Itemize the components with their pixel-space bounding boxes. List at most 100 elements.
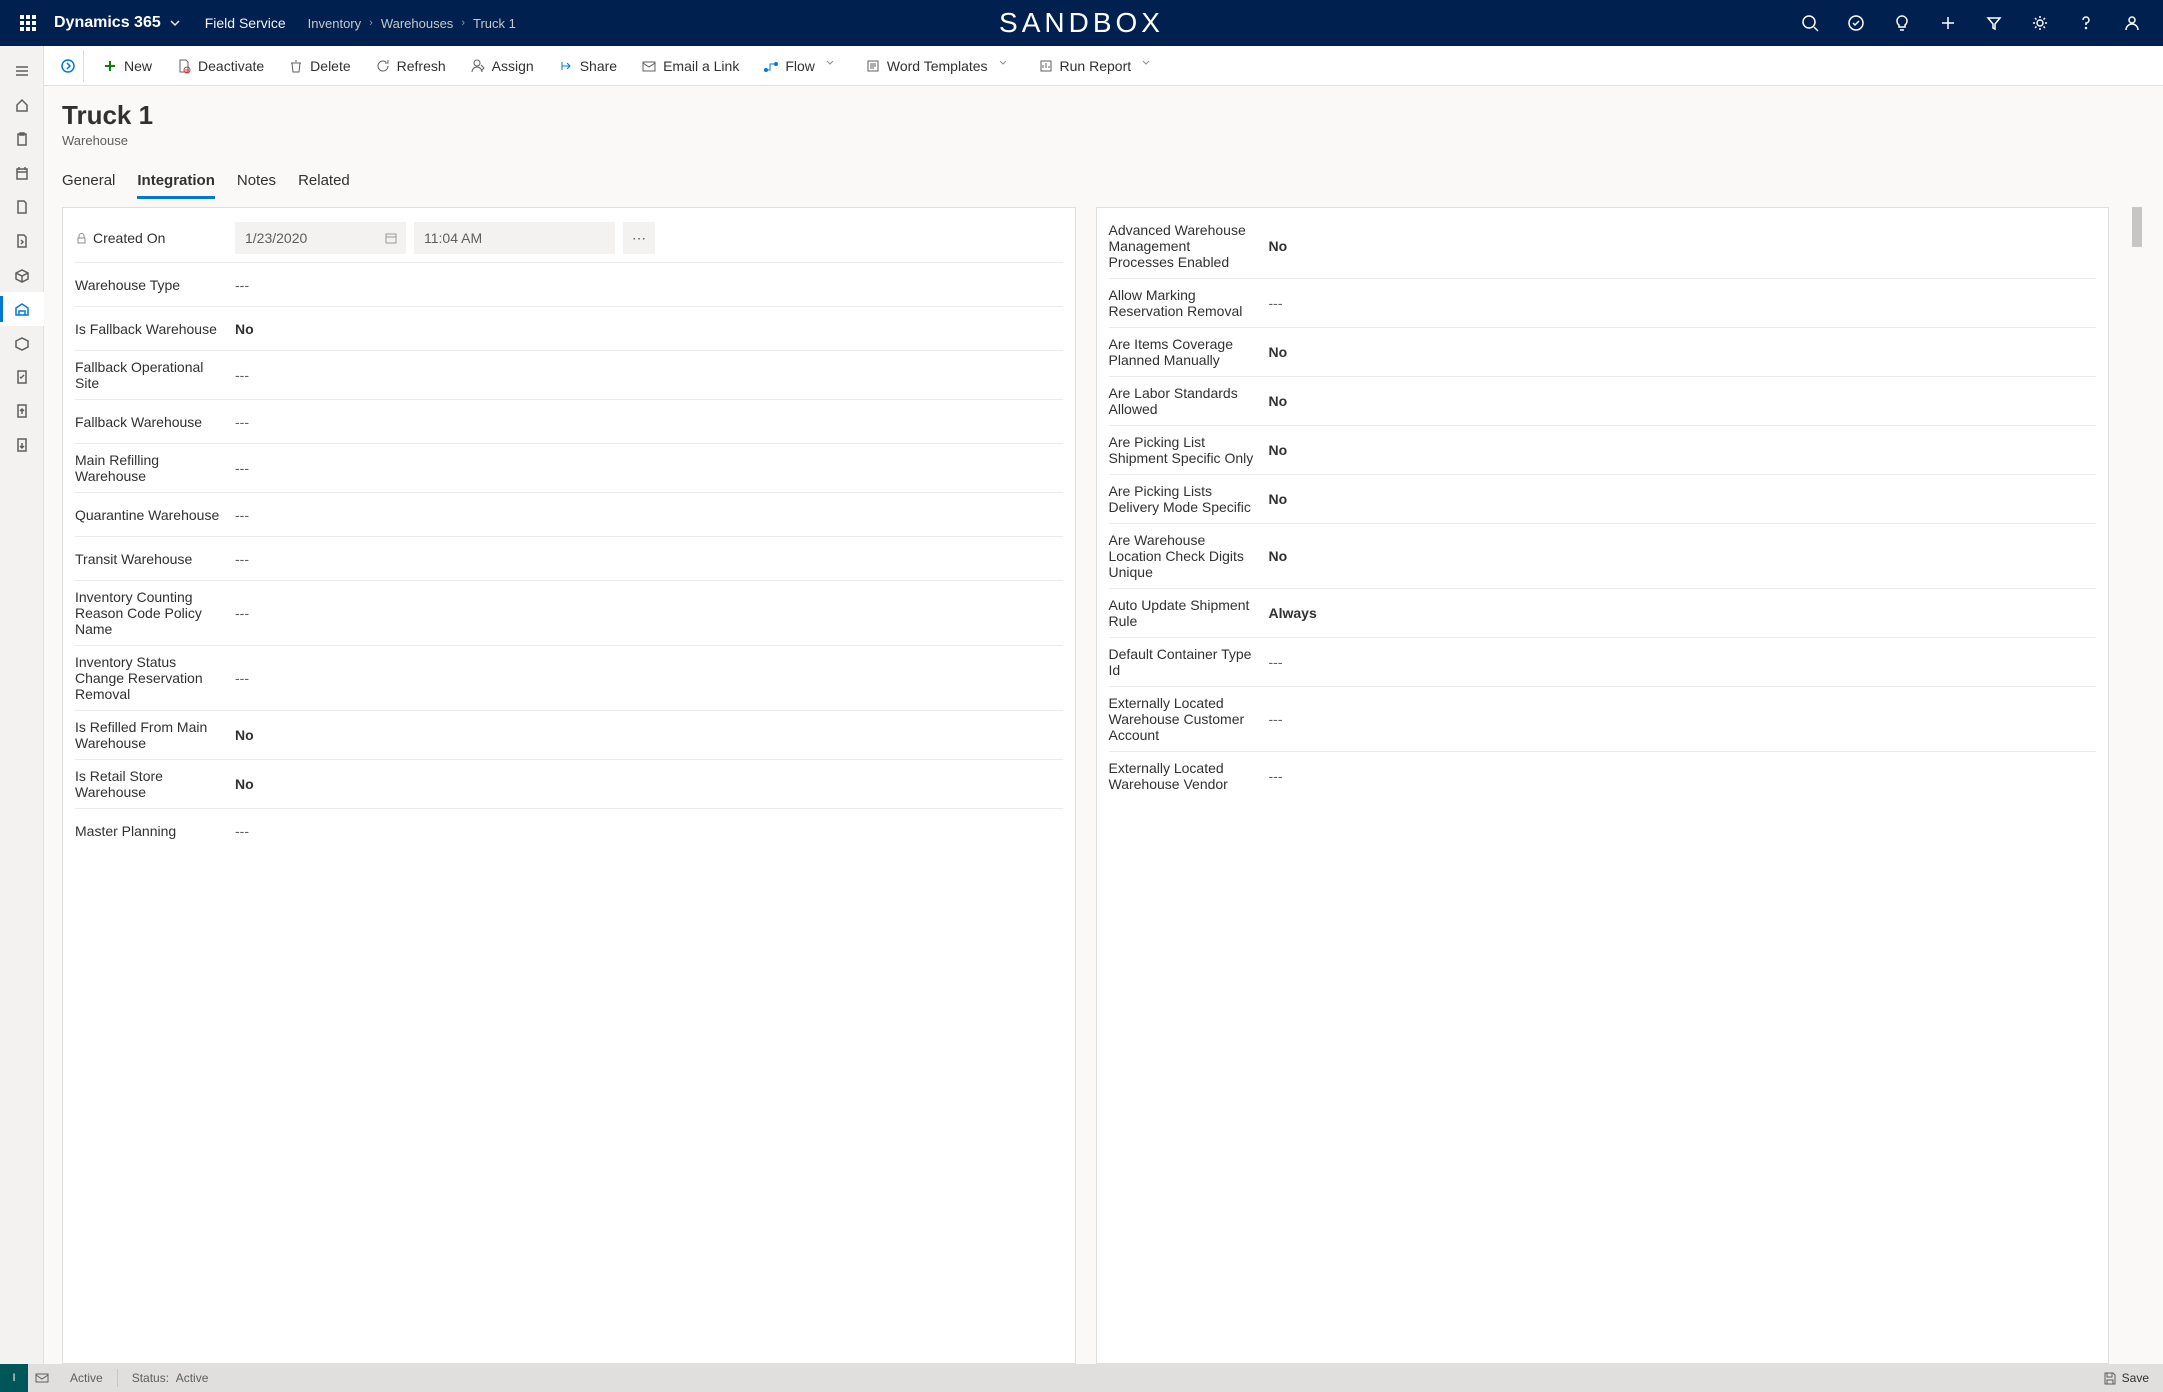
field-value[interactable]: No (235, 727, 1063, 743)
field-value[interactable]: --- (235, 507, 1063, 523)
word-templates-button[interactable]: Word Templates (855, 50, 1024, 82)
filter-icon[interactable] (1971, 0, 2017, 46)
field-value[interactable]: No (1269, 238, 2097, 254)
field-value[interactable]: No (1269, 548, 2097, 564)
deactivate-button[interactable]: Deactivate (166, 50, 274, 82)
more-icon[interactable]: ⋯ (623, 222, 655, 254)
calendar-icon[interactable] (0, 156, 44, 190)
new-button[interactable]: New (92, 50, 162, 82)
document-icon[interactable] (0, 190, 44, 224)
field-value[interactable]: --- (235, 823, 1063, 839)
email-link-button[interactable]: Email a Link (631, 50, 749, 82)
breadcrumb-item[interactable]: Truck 1 (473, 16, 516, 31)
field-value[interactable]: --- (235, 605, 1063, 621)
field-value[interactable]: --- (235, 551, 1063, 567)
field-value[interactable]: --- (235, 367, 1063, 383)
field-value[interactable]: --- (235, 460, 1063, 476)
field-value[interactable]: No (235, 776, 1063, 792)
field-row[interactable]: Is Retail Store WarehouseNo (75, 760, 1063, 809)
field-row[interactable]: Is Refilled From Main WarehouseNo (75, 711, 1063, 760)
command-bar: New Deactivate Delete Refresh Assign Sha… (44, 46, 2163, 86)
field-row[interactable]: Advanced Warehouse Management Processes … (1109, 214, 2097, 279)
field-value[interactable]: --- (1269, 768, 2097, 784)
task-icon[interactable] (1833, 0, 1879, 46)
doc-check-icon[interactable] (0, 360, 44, 394)
lightbulb-icon[interactable] (1879, 0, 1925, 46)
created-on-date-input[interactable] (235, 222, 406, 254)
status-lettermark[interactable]: I (0, 1364, 28, 1392)
field-value[interactable]: --- (1269, 654, 2097, 670)
home-icon[interactable] (0, 88, 44, 122)
tab-notes[interactable]: Notes (237, 166, 276, 197)
field-row[interactable]: Are Labor Standards AllowedNo (1109, 377, 2097, 426)
field-value[interactable]: --- (1269, 711, 2097, 727)
package-icon[interactable] (0, 326, 44, 360)
flow-button[interactable]: Flow (753, 50, 851, 82)
field-row[interactable]: Fallback Operational Site--- (75, 351, 1063, 400)
field-row[interactable]: Main Refilling Warehouse--- (75, 444, 1063, 493)
mail-icon[interactable] (28, 1371, 56, 1385)
scrollbar[interactable] (2129, 207, 2145, 1364)
field-row[interactable]: Inventory Counting Reason Code Policy Na… (75, 581, 1063, 646)
field-label: Is Retail Store Warehouse (75, 768, 235, 800)
gear-icon[interactable] (2017, 0, 2063, 46)
field-label: Are Picking List Shipment Specific Only (1109, 434, 1269, 466)
module-name[interactable]: Field Service (205, 15, 286, 31)
field-value[interactable]: No (1269, 344, 2097, 360)
refresh-button[interactable]: Refresh (365, 50, 456, 82)
field-row[interactable]: Externally Located Warehouse Vendor--- (1109, 752, 2097, 800)
tab-related[interactable]: Related (298, 166, 350, 197)
field-row[interactable]: Are Picking Lists Delivery Mode Specific… (1109, 475, 2097, 524)
field-row[interactable]: Fallback Warehouse--- (75, 400, 1063, 444)
field-row[interactable]: Is Fallback WarehouseNo (75, 307, 1063, 351)
field-row[interactable]: Are Warehouse Location Check Digits Uniq… (1109, 524, 2097, 589)
delete-button[interactable]: Delete (278, 50, 360, 82)
app-launcher-icon[interactable] (8, 0, 48, 46)
tab-integration[interactable]: Integration (137, 166, 215, 197)
clipboard-icon[interactable] (0, 122, 44, 156)
tab-general[interactable]: General (62, 166, 115, 197)
add-icon[interactable] (1925, 0, 1971, 46)
breadcrumb-item[interactable]: Warehouses (381, 16, 454, 31)
box-icon[interactable] (0, 258, 44, 292)
doc-in-icon[interactable] (0, 428, 44, 462)
save-button[interactable]: Save (2088, 1371, 2163, 1385)
field-value[interactable]: --- (235, 414, 1063, 430)
field-row[interactable]: Externally Located Warehouse Customer Ac… (1109, 687, 2097, 752)
field-row[interactable]: Quarantine Warehouse--- (75, 493, 1063, 537)
field-row[interactable]: Default Container Type Id--- (1109, 638, 2097, 687)
run-report-button[interactable]: Run Report (1028, 50, 1168, 82)
field-row[interactable]: Are Items Coverage Planned ManuallyNo (1109, 328, 2097, 377)
share-button[interactable]: Share (548, 50, 627, 82)
created-on-time-input[interactable] (414, 222, 615, 254)
breadcrumb-item[interactable]: Inventory (308, 16, 361, 31)
app-name[interactable]: Dynamics 365 (54, 14, 181, 32)
field-value[interactable]: No (1269, 442, 2097, 458)
collapse-sidebar-button[interactable] (52, 50, 84, 82)
field-row[interactable]: Master Planning--- (75, 809, 1063, 853)
field-label: Inventory Counting Reason Code Policy Na… (75, 589, 235, 637)
field-value[interactable]: No (1269, 393, 2097, 409)
assign-button[interactable]: Assign (460, 50, 544, 82)
field-row[interactable]: Auto Update Shipment RuleAlways (1109, 589, 2097, 638)
doc-out-icon[interactable] (0, 394, 44, 428)
warehouse-icon[interactable] (0, 292, 44, 326)
form-tabs: General Integration Notes Related (62, 166, 2145, 197)
search-icon[interactable] (1787, 0, 1833, 46)
field-row[interactable]: Warehouse Type--- (75, 263, 1063, 307)
hamburger-icon[interactable] (0, 54, 44, 88)
field-row[interactable]: Allow Marking Reservation Removal--- (1109, 279, 2097, 328)
field-row[interactable]: Created On⋯ (75, 214, 1063, 263)
document-arrow-icon[interactable] (0, 224, 44, 258)
user-icon[interactable] (2109, 0, 2155, 46)
field-value[interactable]: --- (1269, 295, 2097, 311)
field-row[interactable]: Inventory Status Change Reservation Remo… (75, 646, 1063, 711)
field-row[interactable]: Transit Warehouse--- (75, 537, 1063, 581)
field-row[interactable]: Are Picking List Shipment Specific OnlyN… (1109, 426, 2097, 475)
field-value[interactable]: --- (235, 277, 1063, 293)
field-value[interactable]: Always (1269, 605, 2097, 621)
field-value[interactable]: No (235, 321, 1063, 337)
field-value[interactable]: --- (235, 670, 1063, 686)
field-value[interactable]: No (1269, 491, 2097, 507)
help-icon[interactable] (2063, 0, 2109, 46)
